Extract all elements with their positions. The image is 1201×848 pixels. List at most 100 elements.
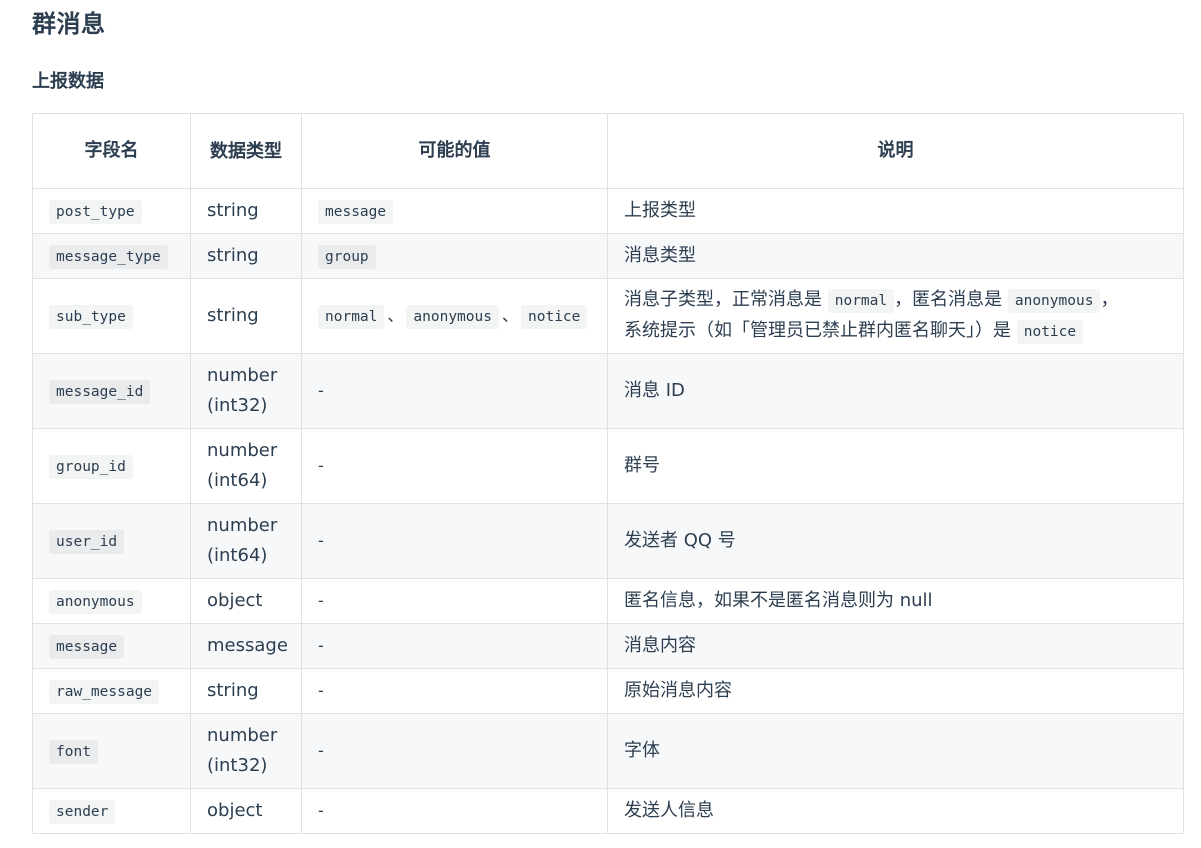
type-line: (int64) <box>207 470 268 491</box>
desc-line: 消息子类型，正常消息是 normal ，匿名消息是 anonymous， <box>624 285 1167 316</box>
desc-cell: 消息类型 <box>607 233 1184 279</box>
desc-code: anonymous <box>1007 289 1101 313</box>
value-dash: - <box>318 591 324 610</box>
fields-table: 字段名 数据类型 可能的值 说明 post_type string messag… <box>32 113 1184 834</box>
desc-cell: 群号 <box>607 428 1184 504</box>
field-cell: sub_type <box>32 278 191 354</box>
value-code: normal <box>318 304 385 329</box>
table-row: post_type string message 上报类型 <box>32 188 1184 234</box>
desc-cell: 消息 ID <box>607 353 1184 429</box>
type-cell: number (int32) <box>190 713 302 789</box>
type-line: number <box>207 365 278 386</box>
table-row: group_id number (int64) - 群号 <box>32 428 1184 504</box>
value-dash: - <box>318 456 324 475</box>
type-line: (int64) <box>207 545 268 566</box>
field-code: post_type <box>49 199 142 224</box>
field-code: group_id <box>49 454 133 479</box>
desc-cell: 字体 <box>607 713 1184 789</box>
field-code: raw_message <box>49 679 160 704</box>
desc-cell: 上报类型 <box>607 188 1184 234</box>
value-dash: - <box>318 681 324 700</box>
header-data-type-label: 数据类型 <box>210 140 282 162</box>
header-field-name: 字段名 <box>32 113 191 189</box>
type-cell: number (int32) <box>190 353 302 429</box>
values-cell: - <box>301 668 608 714</box>
type-line: (int32) <box>207 395 268 416</box>
field-code: message <box>49 634 125 659</box>
field-cell: user_id <box>32 503 191 579</box>
desc-text: ， <box>1100 289 1119 310</box>
field-cell: anonymous <box>32 578 191 624</box>
values-cell: message <box>301 188 608 234</box>
type-cell: string <box>190 278 302 354</box>
table-row: sender object - 发送人信息 <box>32 788 1184 834</box>
table-row: message message - 消息内容 <box>32 623 1184 669</box>
values-cell: - <box>301 788 608 834</box>
header-data-type: 数据类型 <box>190 113 302 189</box>
field-cell: message_type <box>32 233 191 279</box>
values-cell: - <box>301 578 608 624</box>
table-row: user_id number (int64) - 发送者 QQ 号 <box>32 503 1184 579</box>
value-code: notice <box>521 304 588 329</box>
values-cell: - <box>301 353 608 429</box>
type-cell: object <box>190 788 302 834</box>
field-code: message_id <box>49 379 151 404</box>
field-cell: sender <box>32 788 191 834</box>
type-line: (int32) <box>207 755 268 776</box>
value-separator: 、 <box>387 305 404 325</box>
value-separator: 、 <box>501 305 518 325</box>
type-cell: string <box>190 668 302 714</box>
table-row: sub_type string normal、 anonymous、 notice … <box>32 278 1184 354</box>
desc-cell: 发送人信息 <box>607 788 1184 834</box>
value-code: group <box>318 244 376 269</box>
desc-cell: 消息子类型，正常消息是 normal ，匿名消息是 anonymous， 系统提示… <box>607 278 1184 354</box>
desc-line: 系统提示（如「管理员已禁止群内匿名聊天」）是 notice <box>624 316 1167 347</box>
value-dash: - <box>318 381 324 400</box>
values-cell: group <box>301 233 608 279</box>
type-cell: number (int64) <box>190 428 302 504</box>
field-code: message_type <box>49 244 168 269</box>
field-cell: font <box>32 713 191 789</box>
desc-code: notice <box>1016 320 1084 344</box>
type-line: number <box>207 725 278 746</box>
values-cell: - <box>301 503 608 579</box>
table-row: font number (int32) - 字体 <box>32 713 1184 789</box>
value-code: anonymous <box>406 304 499 329</box>
type-cell: string <box>190 188 302 234</box>
header-possible-values: 可能的值 <box>301 113 608 189</box>
type-cell: string <box>190 233 302 279</box>
field-code: font <box>49 739 98 764</box>
field-code: user_id <box>49 529 125 554</box>
values-cell: - <box>301 623 608 669</box>
table-header-row: 字段名 数据类型 可能的值 说明 <box>32 113 1184 189</box>
type-cell: message <box>190 623 302 669</box>
section-heading: 上报数据 <box>32 71 104 92</box>
field-cell: message_id <box>32 353 191 429</box>
values-cell: - <box>301 713 608 789</box>
field-cell: raw_message <box>32 668 191 714</box>
desc-cell: 消息内容 <box>607 623 1184 669</box>
field-code: anonymous <box>49 589 142 614</box>
desc-cell: 原始消息内容 <box>607 668 1184 714</box>
values-cell: normal、 anonymous、 notice <box>301 278 608 354</box>
table-row: message_type string group 消息类型 <box>32 233 1184 279</box>
page-title: 群消息 <box>32 10 106 38</box>
value-dash: - <box>318 741 324 760</box>
desc-text: 消息子类型，正常消息是 <box>624 289 822 310</box>
type-cell: number (int64) <box>190 503 302 579</box>
value-dash: - <box>318 531 324 550</box>
field-cell: message <box>32 623 191 669</box>
type-cell: object <box>190 578 302 624</box>
table-row: anonymous object - 匿名信息，如果不是匿名消息则为 null <box>32 578 1184 624</box>
field-code: sub_type <box>49 304 133 329</box>
value-dash: - <box>318 636 324 655</box>
desc-cell: 发送者 QQ 号 <box>607 503 1184 579</box>
table-row: raw_message string - 原始消息内容 <box>32 668 1184 714</box>
values-cell: - <box>301 428 608 504</box>
desc-text: 系统提示（如「管理员已禁止群内匿名聊天」）是 <box>624 320 1011 341</box>
doc-page: 群消息 上报数据 字段名 数据类型 可能的值 说明 post_type stri… <box>0 0 1201 848</box>
field-cell: post_type <box>32 188 191 234</box>
field-code: sender <box>49 799 116 824</box>
desc-code: normal <box>827 289 895 313</box>
value-code: message <box>318 199 394 224</box>
